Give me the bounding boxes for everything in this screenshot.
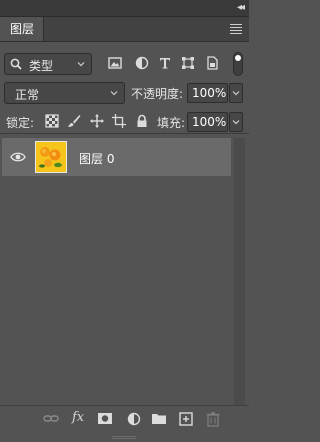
new-layer-icon[interactable] bbox=[178, 411, 194, 427]
tab-layers[interactable]: 图层 bbox=[0, 17, 44, 41]
lock-position-icon[interactable] bbox=[90, 114, 104, 128]
new-group-icon[interactable] bbox=[151, 411, 167, 427]
search-icon bbox=[10, 58, 22, 70]
layers-scrollbar[interactable] bbox=[234, 138, 245, 406]
filter-kind-label: 类型 bbox=[29, 59, 54, 73]
chevron-down-icon bbox=[110, 91, 118, 96]
fx-icon[interactable]: fx bbox=[72, 410, 84, 425]
filter-toggle-switch[interactable] bbox=[233, 52, 243, 76]
link-layers-icon[interactable] bbox=[43, 411, 59, 427]
fill-input[interactable]: 100% bbox=[187, 112, 228, 132]
opacity-dropdown-button[interactable] bbox=[229, 83, 243, 103]
opacity-input[interactable]: 100% bbox=[187, 83, 228, 103]
lock-transparent-pixels-icon[interactable] bbox=[45, 114, 59, 128]
pixel-filter-icon[interactable] bbox=[108, 56, 122, 70]
resize-grip-icon[interactable] bbox=[112, 436, 136, 439]
flowers-thumbnail bbox=[36, 142, 66, 172]
hamburger-menu-icon[interactable] bbox=[230, 24, 242, 34]
opacity-label: 不透明度: bbox=[131, 87, 184, 101]
chevron-down-icon bbox=[232, 91, 240, 96]
fill-label: 填充: bbox=[157, 116, 186, 130]
toggle-knob bbox=[235, 55, 241, 61]
adjustment-filter-icon[interactable] bbox=[135, 56, 149, 70]
lock-all-icon[interactable] bbox=[135, 114, 149, 128]
panel-top-strip: ◂◂ bbox=[0, 0, 249, 17]
blend-mode-label: 正常 bbox=[15, 88, 40, 102]
type-filter-icon[interactable] bbox=[158, 56, 172, 70]
panel-tab-bar: 图层 bbox=[0, 17, 249, 42]
add-mask-icon[interactable] bbox=[97, 411, 113, 427]
double-chevron-right-icon[interactable]: ◂◂ bbox=[237, 1, 245, 15]
layer-thumbnail[interactable] bbox=[35, 141, 67, 173]
filter-kind-select[interactable]: 类型 bbox=[4, 53, 92, 75]
lock-image-pixels-icon[interactable] bbox=[67, 114, 81, 128]
chevron-down-icon bbox=[232, 120, 240, 125]
eye-icon[interactable] bbox=[10, 151, 26, 163]
smart-object-filter-icon[interactable] bbox=[205, 56, 219, 70]
delete-layer-icon[interactable] bbox=[205, 411, 221, 427]
layer-row[interactable]: 图层 0 bbox=[2, 138, 231, 176]
shape-filter-icon[interactable] bbox=[181, 56, 195, 70]
adjustment-layer-icon[interactable] bbox=[126, 411, 142, 427]
chevron-down-icon bbox=[77, 62, 85, 67]
lock-label: 锁定: bbox=[6, 116, 35, 130]
blend-mode-select[interactable]: 正常 bbox=[4, 82, 125, 104]
fill-dropdown-button[interactable] bbox=[229, 112, 243, 132]
options-divider bbox=[0, 133, 249, 134]
lock-artboard-icon[interactable] bbox=[112, 114, 126, 128]
layer-name[interactable]: 图层 0 bbox=[79, 150, 114, 167]
